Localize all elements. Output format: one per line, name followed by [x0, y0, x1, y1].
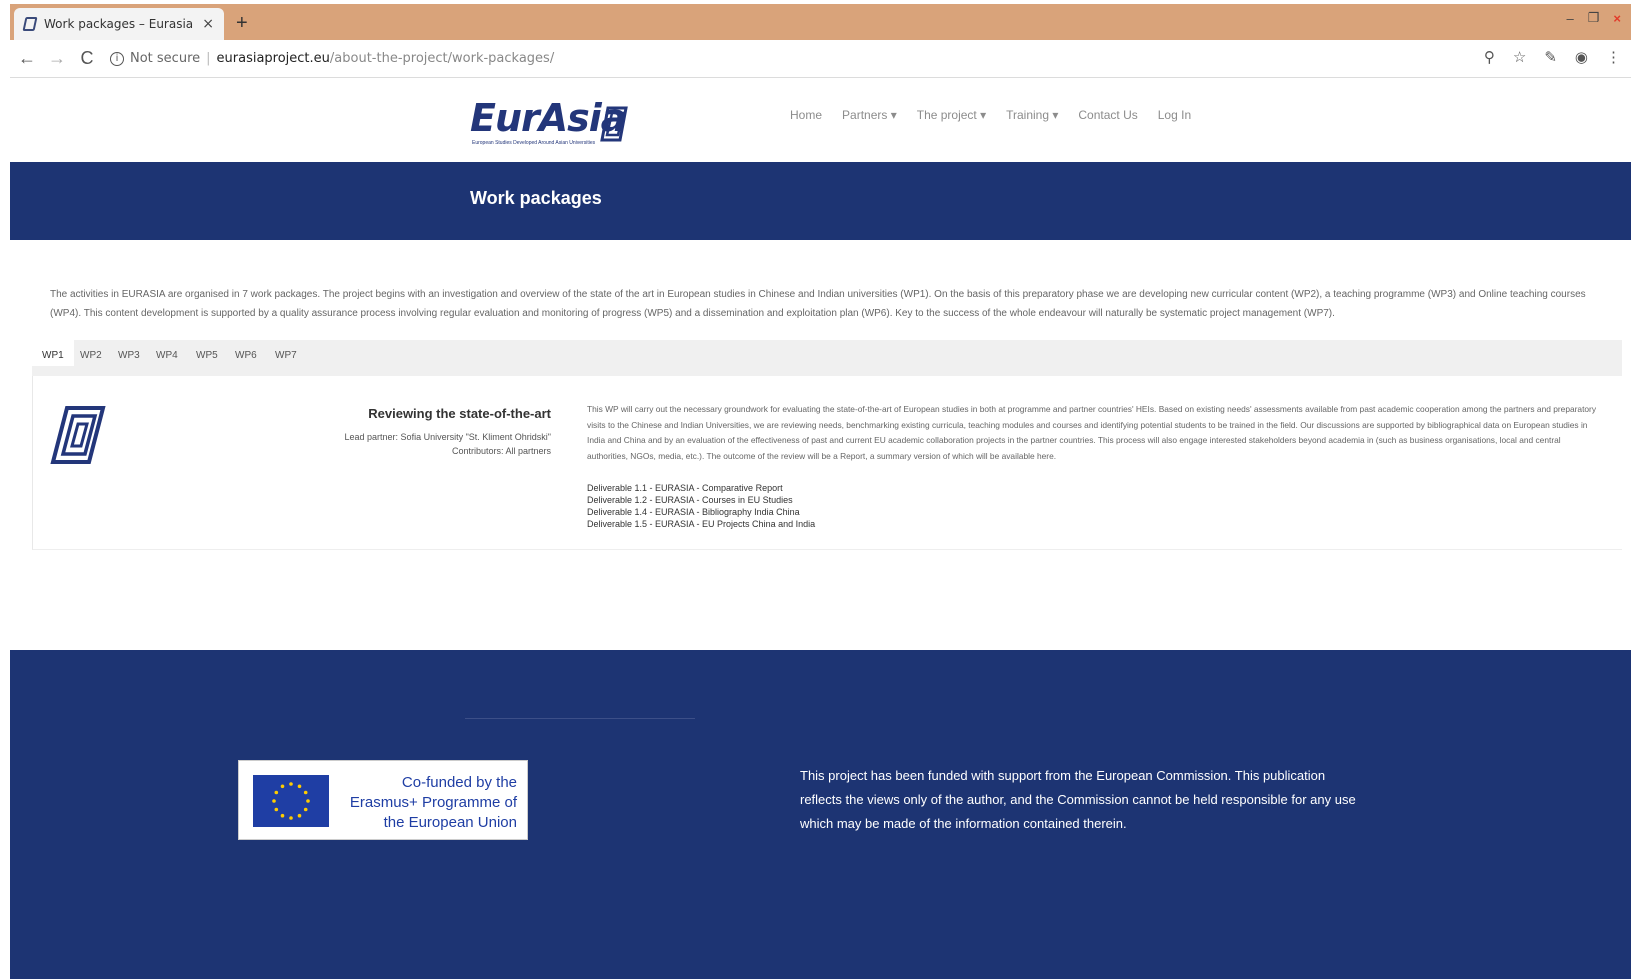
- page-title: Work packages: [470, 188, 602, 208]
- address-toolbar: ← → C i Not secure | eurasiaproject.eu /…: [10, 40, 1631, 78]
- screen: Work packages – Eurasia × + – ❐ × ← → C …: [0, 0, 1631, 979]
- window-edge: [0, 0, 10, 979]
- nav-the-project[interactable]: The project ▾: [917, 108, 986, 122]
- nav-partners[interactable]: Partners ▾: [842, 108, 897, 122]
- deliverable-link[interactable]: Deliverable 1.1 - EURASIA - Comparative …: [587, 482, 815, 494]
- eu-star: [272, 799, 276, 803]
- browser-tab-bar: Work packages – Eurasia × + – ❐ ×: [10, 4, 1631, 40]
- info-icon[interactable]: i: [110, 51, 124, 66]
- nav-training[interactable]: Training ▾: [1006, 108, 1058, 122]
- eu-star: [289, 816, 293, 820]
- nav-home[interactable]: Home: [790, 108, 822, 122]
- wp-tabs: WP1 WP2 WP3 WP4 WP5 WP6 WP7: [32, 340, 1622, 376]
- eurasia-mark-icon: [50, 406, 106, 464]
- restore-button[interactable]: ❐: [1588, 10, 1600, 26]
- tab-wp4[interactable]: WP4: [156, 350, 178, 361]
- new-tab-button[interactable]: +: [236, 12, 248, 35]
- window-controls: – ❐ ×: [1567, 4, 1631, 32]
- nav-log-in[interactable]: Log In: [1158, 108, 1191, 122]
- url-separator: |: [206, 51, 211, 66]
- eu-star: [297, 813, 302, 818]
- wp1-panel: Reviewing the state-of-the-art Lead part…: [32, 376, 1622, 550]
- tab-wp3[interactable]: WP3: [118, 350, 140, 361]
- tab-wp2[interactable]: WP2: [80, 350, 102, 361]
- menu-kebab-icon[interactable]: ⋮: [1606, 48, 1621, 66]
- back-arrow-icon[interactable]: ←: [14, 48, 40, 69]
- erasmus-logo: Co-funded by the Erasmus+ Programme of t…: [238, 760, 528, 840]
- wp-description: This WP will carry out the necessary gro…: [587, 404, 1597, 461]
- deliverable-link[interactable]: Deliverable 1.2 - EURASIA - Courses in E…: [587, 494, 815, 506]
- eu-flag-icon: [253, 775, 329, 827]
- eu-star: [303, 807, 308, 812]
- extension-icon[interactable]: ✎: [1544, 48, 1557, 66]
- window-close-button[interactable]: ×: [1613, 11, 1621, 26]
- deliverable-link[interactable]: Deliverable 1.4 - EURASIA - Bibliography…: [587, 506, 815, 518]
- tab-wp6[interactable]: WP6: [235, 350, 257, 361]
- wp-contributors: Contributors: All partners: [451, 446, 551, 456]
- minimize-button[interactable]: –: [1567, 11, 1574, 26]
- tab-title: Work packages – Eurasia: [44, 17, 194, 31]
- tab-wp5[interactable]: WP5: [196, 350, 218, 361]
- tab-close-icon[interactable]: ×: [202, 16, 214, 32]
- reload-icon[interactable]: C: [74, 48, 100, 69]
- deliverable-link[interactable]: Deliverable 1.5 - EURASIA - EU Projects …: [587, 518, 815, 530]
- footer-divider: [465, 718, 695, 719]
- forward-arrow-icon[interactable]: →: [44, 48, 70, 69]
- url-host: eurasiaproject.eu: [216, 51, 330, 66]
- eu-cofunded-text: Co-funded by the Erasmus+ Programme of t…: [349, 774, 517, 831]
- url-path: /about-the-project/work-packages/: [329, 51, 555, 66]
- site-header: EurAsia European Studies Developed Aroun…: [10, 78, 1631, 162]
- tab-wp1[interactable]: WP1: [32, 340, 74, 366]
- bookmark-star-icon[interactable]: ☆: [1513, 48, 1526, 66]
- page-banner: Work packages: [10, 162, 1631, 240]
- eu-star: [289, 782, 293, 786]
- url-field[interactable]: i Not secure | eurasiaproject.eu /about-…: [110, 51, 554, 66]
- wp-title: Reviewing the state-of-the-art: [368, 406, 551, 421]
- toolbar-icons: ⚲ ☆ ✎ ◉ ⋮: [1484, 48, 1621, 66]
- eu-star: [280, 784, 285, 789]
- eu-star: [274, 790, 279, 795]
- browser-tab[interactable]: Work packages – Eurasia ×: [14, 8, 224, 40]
- footer-disclaimer: This project has been funded with suppor…: [800, 768, 1356, 831]
- site-logo[interactable]: EurAsia European Studies Developed Aroun…: [470, 96, 640, 148]
- main-nav: Home Partners ▾ The project ▾ Training ▾…: [790, 108, 1191, 122]
- eu-star: [306, 799, 310, 803]
- nav-contact-us[interactable]: Contact Us: [1078, 108, 1137, 122]
- logo-subtitle: European Studies Developed Around Asian …: [472, 140, 596, 146]
- site-favicon-icon: [22, 17, 38, 31]
- eu-star: [303, 790, 308, 795]
- site-footer: Co-funded by the Erasmus+ Programme of t…: [10, 650, 1631, 979]
- eu-star: [274, 807, 279, 812]
- security-label: Not secure: [130, 51, 201, 66]
- zoom-icon[interactable]: ⚲: [1484, 48, 1495, 66]
- eu-star: [297, 784, 302, 789]
- tab-wp7[interactable]: WP7: [275, 350, 297, 361]
- eu-star: [280, 813, 285, 818]
- wp-lead-partner: Lead partner: Sofia University "St. Klim…: [344, 432, 551, 442]
- intro-paragraph: The activities in EURASIA are organised …: [50, 289, 1586, 319]
- logo-mark-icon: [600, 106, 628, 142]
- profile-avatar-icon[interactable]: ◉: [1575, 48, 1588, 66]
- deliverables-list: Deliverable 1.1 - EURASIA - Comparative …: [587, 482, 815, 530]
